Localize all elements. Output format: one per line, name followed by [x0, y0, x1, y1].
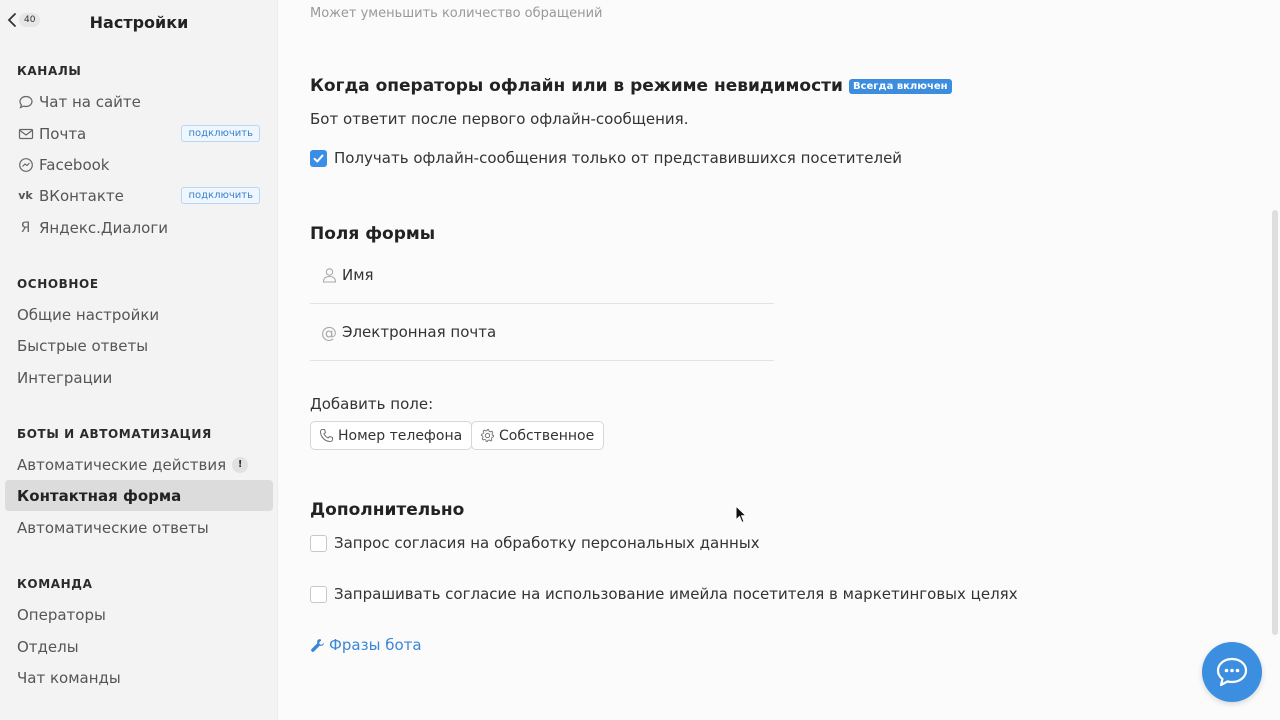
link-label: Фразы бота: [329, 636, 422, 654]
checkbox-label: Получать офлайн-сообщения только от пред…: [334, 149, 903, 167]
offline-title-text: Когда операторы офлайн или в режиме неви…: [310, 76, 843, 96]
connect-badge[interactable]: подключить: [181, 125, 260, 142]
sidebar-item-label: Общие настройки: [17, 305, 160, 324]
section-title-bots: БОТЫ И АВТОМАТИЗАЦИЯ: [17, 427, 212, 441]
form-field-name[interactable]: Имя: [310, 247, 774, 304]
form-field-label: Электронная почта: [342, 323, 497, 341]
checkbox-unchecked-icon[interactable]: [310, 534, 327, 552]
chat-icon: [17, 93, 34, 110]
sidebar: 40 Настройки КАНАЛЫ Чат на сайте Почта п…: [0, 0, 278, 720]
sidebar-title: Настройки: [89, 13, 189, 32]
sidebar-item-auto-replies[interactable]: Автоматические ответы: [5, 512, 273, 543]
checkbox-checked-icon[interactable]: [310, 149, 327, 167]
section-title-channels: КАНАЛЫ: [17, 64, 82, 78]
sidebar-item-label: Операторы: [17, 605, 106, 624]
bot-phrases-link[interactable]: Фразы бота: [310, 636, 422, 654]
sidebar-item-operators[interactable]: Операторы: [5, 599, 273, 630]
checkbox-label: Запрос согласия на обработку персональны…: [334, 534, 760, 552]
main-content: Может уменьшить количество обращений Ког…: [279, 0, 1280, 720]
add-phone-field-button[interactable]: Номер телефона: [310, 421, 473, 450]
add-button-label: Номер телефона: [338, 427, 463, 444]
form-field-email[interactable]: @ Электронная почта: [310, 304, 774, 361]
top-note: Может уменьшить количество обращений: [310, 6, 603, 21]
sidebar-item-auto-actions[interactable]: Автоматические действия !: [5, 449, 273, 480]
messenger-icon: [17, 156, 34, 173]
sidebar-item-label: Чат команды: [17, 668, 121, 687]
sidebar-item-label: Автоматические действия: [17, 455, 227, 474]
add-button-label: Собственное: [499, 427, 595, 444]
sidebar-header: 40 Настройки: [0, 0, 278, 44]
checkbox-unchecked-icon[interactable]: [310, 585, 327, 603]
chat-bubble-icon: [1216, 657, 1248, 687]
sidebar-item-vk[interactable]: vk ВКонтакте подключить: [5, 180, 273, 211]
checkbox-label: Запрашивать согласие на использование им…: [334, 585, 1018, 603]
at-icon: @: [321, 322, 337, 342]
sidebar-item-label: Почта: [39, 124, 87, 143]
chat-widget-button[interactable]: [1202, 642, 1262, 702]
sidebar-item-facebook[interactable]: Facebook: [5, 149, 273, 180]
sidebar-item-label: Отделы: [17, 637, 79, 656]
sidebar-item-contact-form[interactable]: Контактная форма: [5, 480, 273, 511]
consent-personal-data-checkbox[interactable]: Запрос согласия на обработку персональны…: [310, 534, 760, 552]
warning-badge: !: [232, 456, 249, 473]
scrollbar[interactable]: [1272, 210, 1278, 635]
sidebar-item-label: Быстрые ответы: [17, 336, 149, 355]
sidebar-item-label: Яндекс.Диалоги: [39, 218, 168, 237]
form-fields-title: Поля формы: [310, 224, 436, 244]
sidebar-item-label: Чат на сайте: [39, 92, 141, 111]
connect-badge[interactable]: подключить: [181, 187, 260, 204]
add-field-label: Добавить поле:: [310, 395, 434, 413]
offline-section-title: Когда операторы офлайн или в режиме неви…: [310, 76, 952, 96]
mouse-cursor-icon: [735, 505, 747, 524]
always-on-badge: Всегда включен: [848, 79, 952, 94]
phone-icon: [319, 428, 334, 443]
yandex-icon: Я: [20, 219, 31, 236]
user-icon: [318, 267, 340, 283]
sidebar-item-site-chat[interactable]: Чат на сайте: [5, 86, 273, 117]
sidebar-item-label: Facebook: [39, 155, 110, 174]
sidebar-item-integrations[interactable]: Интеграции: [5, 362, 273, 393]
section-title-team: КОМАНДА: [17, 577, 93, 591]
consent-marketing-email-checkbox[interactable]: Запрашивать согласие на использование им…: [310, 585, 1018, 603]
offline-identified-only-checkbox[interactable]: Получать офлайн-сообщения только от пред…: [310, 149, 902, 167]
sidebar-item-yandex-dialogs[interactable]: Я Яндекс.Диалоги: [5, 212, 273, 243]
extra-section-title: Дополнительно: [310, 500, 465, 520]
sidebar-item-label: Автоматические ответы: [17, 518, 209, 537]
add-custom-field-button[interactable]: Собственное: [471, 421, 605, 450]
sidebar-item-label: ВКонтакте: [39, 186, 124, 205]
sidebar-item-quick-replies[interactable]: Быстрые ответы: [5, 330, 273, 361]
sidebar-item-label: Интеграции: [17, 368, 113, 387]
sidebar-item-mail[interactable]: Почта подключить: [5, 118, 273, 149]
mail-icon: [17, 125, 34, 142]
section-title-main: ОСНОВНОЕ: [17, 277, 99, 291]
sidebar-item-general[interactable]: Общие настройки: [5, 299, 273, 330]
offline-description: Бот ответит после первого офлайн-сообщен…: [310, 110, 689, 128]
form-field-label: Имя: [342, 266, 374, 284]
gear-icon: [480, 428, 495, 443]
vk-icon: vk: [18, 189, 33, 202]
wrench-icon: [310, 638, 325, 653]
sidebar-item-label: Контактная форма: [17, 486, 182, 505]
sidebar-item-team-chat[interactable]: Чат команды: [5, 662, 273, 693]
sidebar-item-departments[interactable]: Отделы: [5, 631, 273, 662]
